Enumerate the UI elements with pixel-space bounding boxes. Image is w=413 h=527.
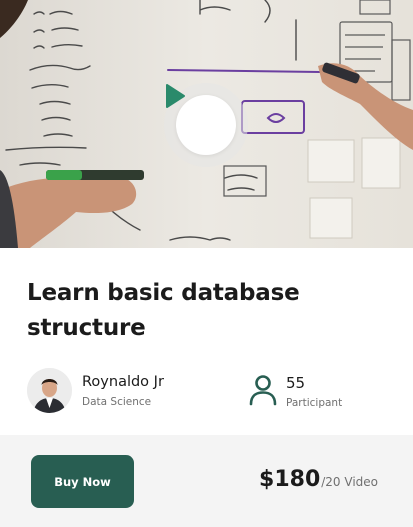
author-info: Roynaldo Jr Data Science (27, 368, 164, 413)
play-button[interactable] (166, 84, 236, 155)
play-button-ring[interactable] (164, 83, 248, 167)
course-card: Learn basic database structure Roynaldo … (0, 0, 413, 527)
participants-stat: 55 Participant (248, 374, 342, 410)
author-text: Roynaldo Jr Data Science (82, 373, 164, 409)
course-title: Learn basic database structure (27, 280, 300, 341)
buy-now-button[interactable]: Buy Now (31, 455, 134, 508)
price: $180 /20 Video (259, 467, 378, 492)
course-video-thumbnail[interactable] (0, 0, 413, 248)
card-footer: Buy Now $180 /20 Video (0, 435, 413, 527)
author-photo (27, 368, 72, 413)
author-name: Roynaldo Jr (82, 373, 164, 390)
participants-count: 55 (286, 374, 306, 392)
participants-label: Participant (286, 397, 343, 409)
participants-text: 55 Participant (286, 374, 342, 410)
price-amount: $180 (259, 467, 321, 492)
user-icon (249, 375, 277, 406)
author-role: Data Science (82, 395, 152, 408)
price-unit: /20 Video (321, 475, 378, 489)
play-icon (166, 84, 185, 108)
author-avatar (27, 368, 72, 413)
